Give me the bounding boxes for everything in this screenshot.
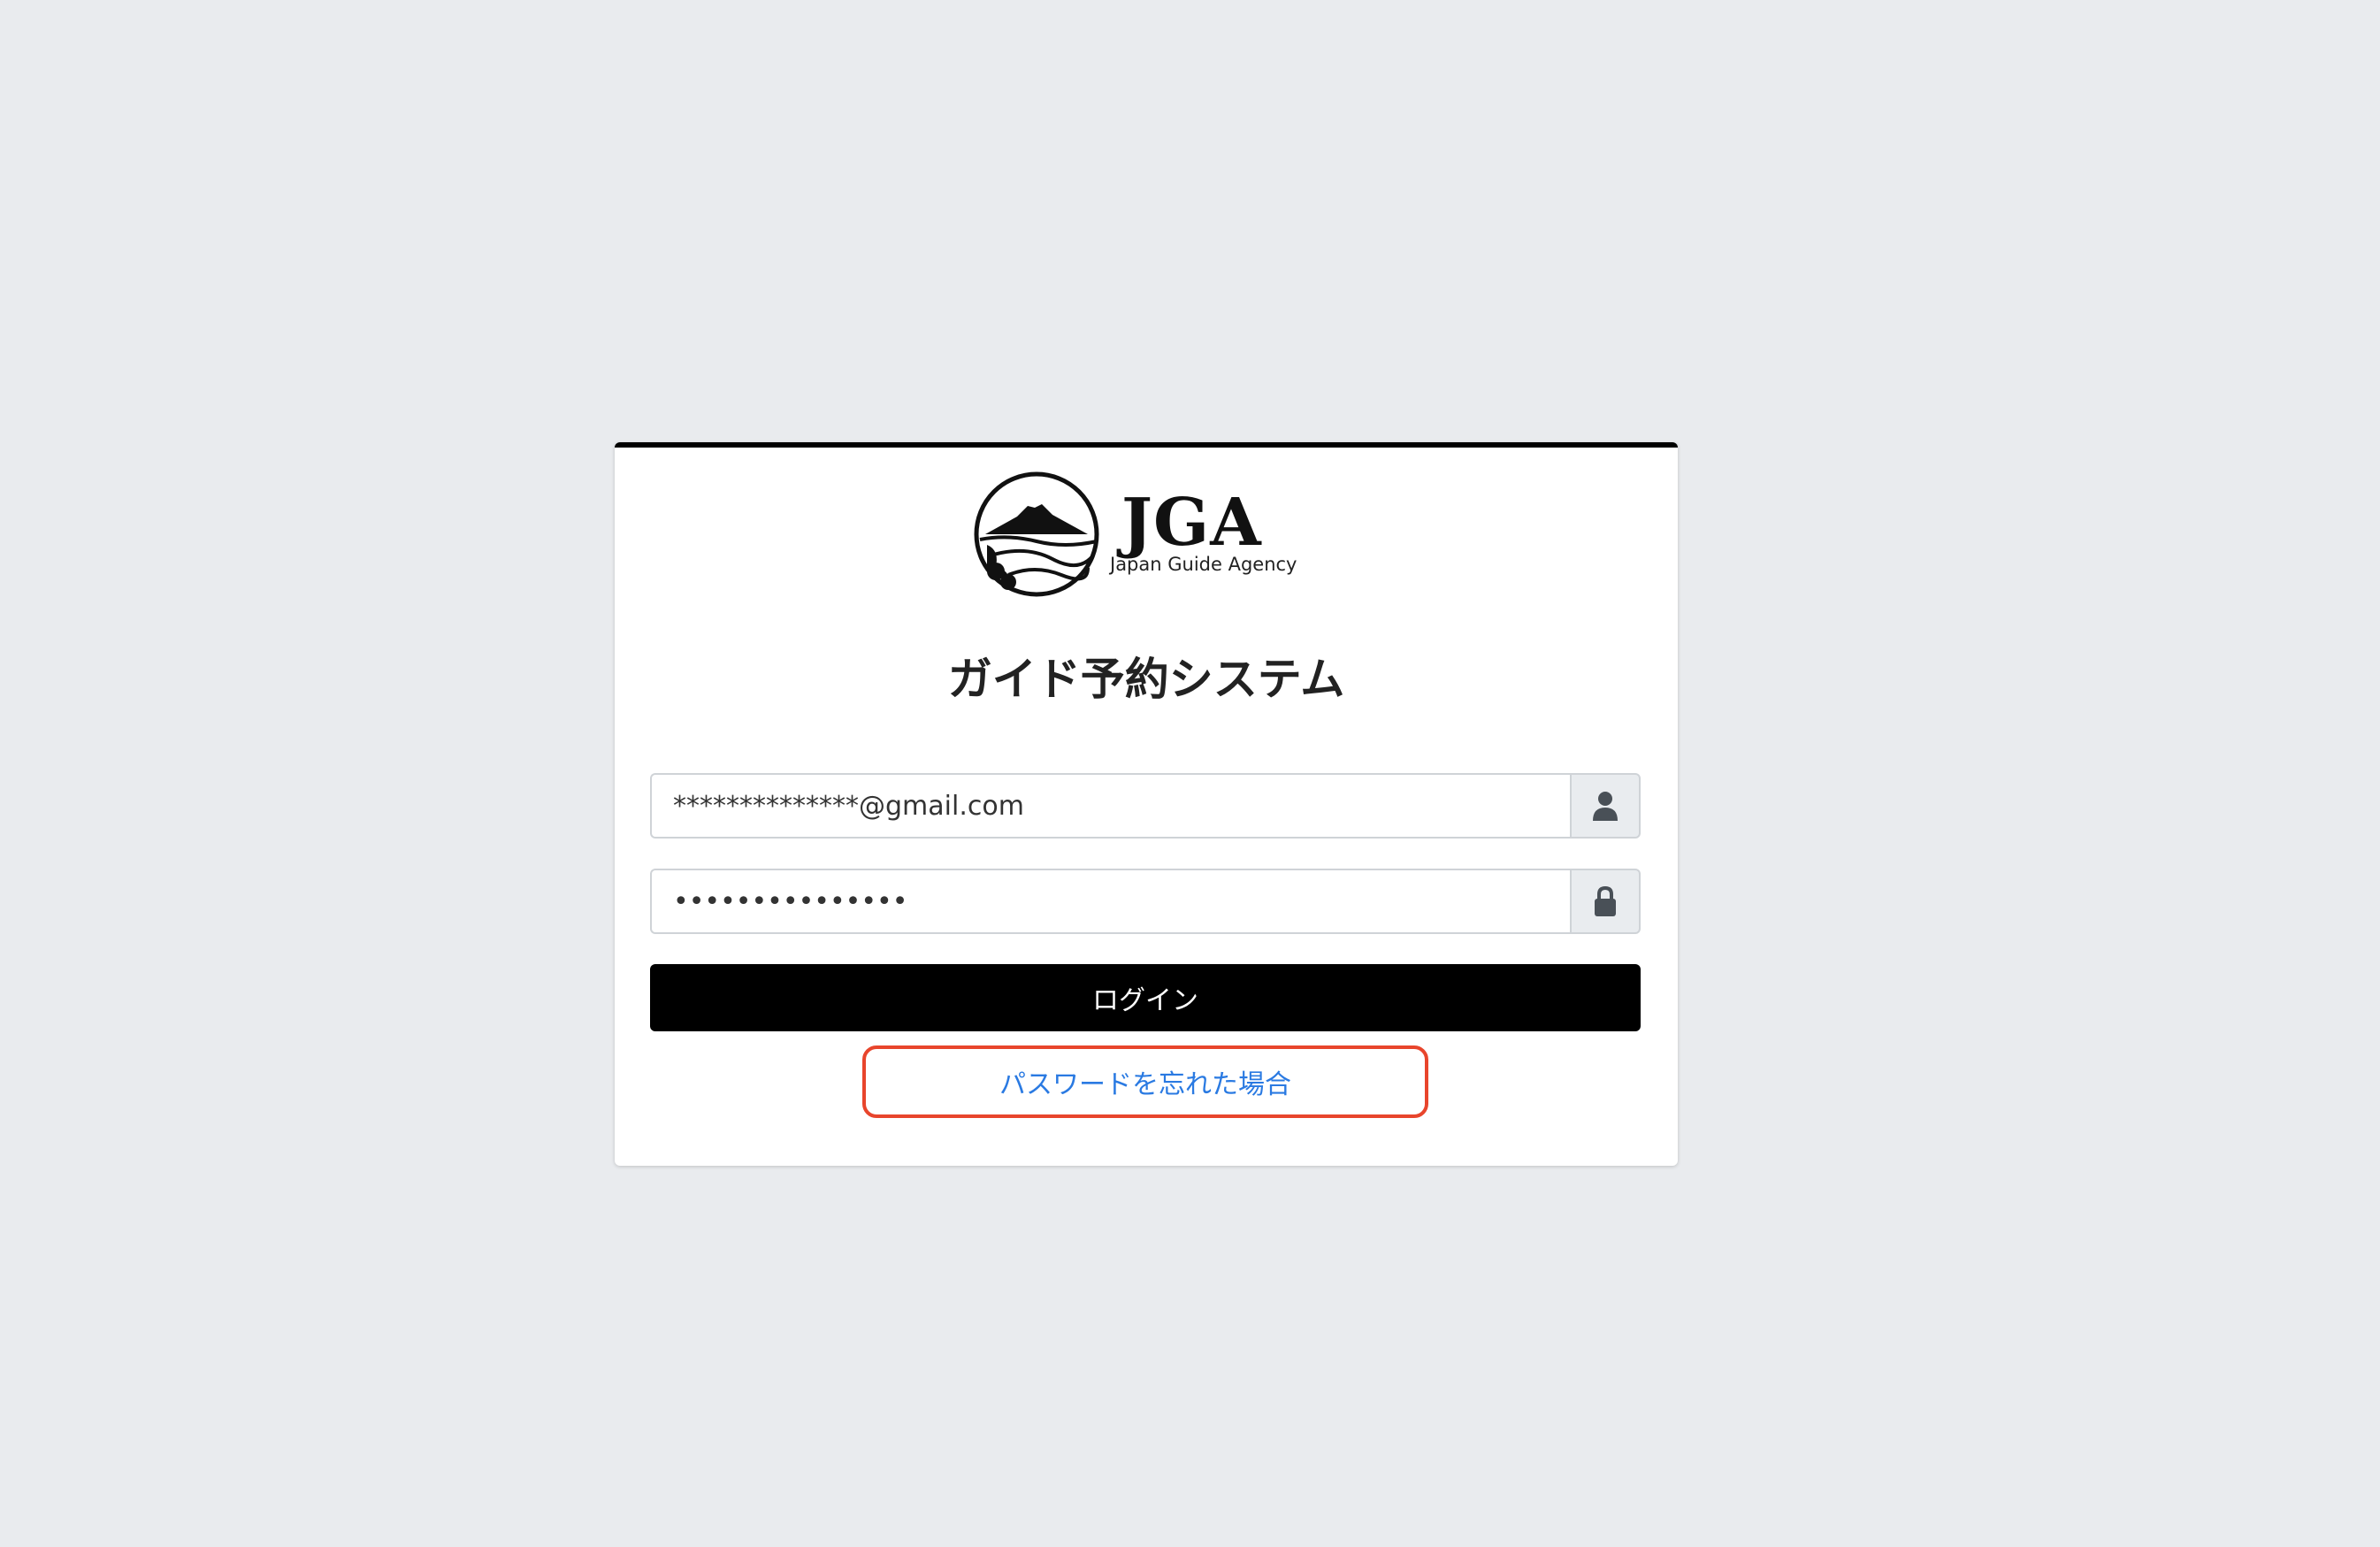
email-addon (1570, 773, 1641, 839)
logo-mark: JGA (1121, 485, 1262, 561)
email-input[interactable] (650, 773, 1570, 839)
password-input-group (650, 869, 1641, 934)
login-button[interactable]: ログイン (650, 964, 1641, 1031)
email-input-group (650, 773, 1641, 839)
forgot-password-link[interactable]: パスワードを忘れた場合 (999, 1062, 1291, 1101)
logo: JGA Japan Guide Agency (973, 471, 1327, 601)
page-title: ガイド予約システム (947, 654, 1345, 705)
login-card: JGA Japan Guide Agency ガイド予約システム ログイン パス… (615, 442, 1678, 1166)
logo-emblem-icon (974, 471, 1099, 597)
password-input[interactable] (650, 869, 1570, 934)
password-addon (1570, 869, 1641, 934)
logo-subtitle: Japan Guide Agency (1110, 554, 1297, 575)
user-icon (1593, 792, 1618, 821)
lock-icon (1595, 885, 1616, 916)
forgot-password-highlight: パスワードを忘れた場合 (862, 1045, 1428, 1118)
